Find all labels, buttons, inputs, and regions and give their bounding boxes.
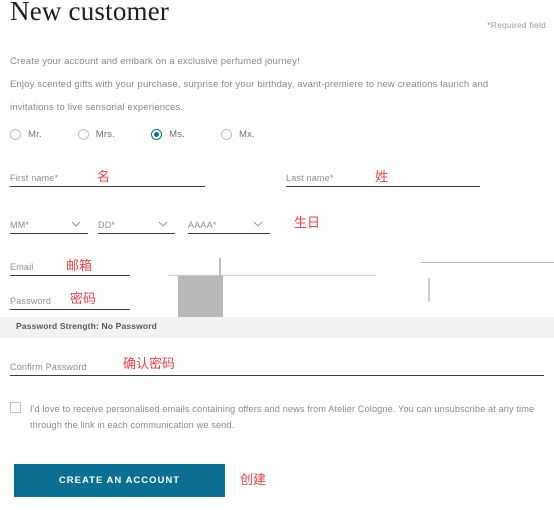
email-underline — [10, 275, 130, 276]
last-name-underline — [286, 186, 480, 187]
last-name-label: Last name* — [286, 173, 334, 183]
required-field-note: *Required field — [487, 20, 546, 30]
chevron-down-icon[interactable] — [158, 219, 168, 228]
salutation-radio-group: Mr. Mrs. Ms. Mx. — [10, 129, 291, 140]
intro-line-3: invitations to live sensorial experience… — [10, 102, 184, 113]
radio-option-mx[interactable]: Mx. — [220, 129, 255, 140]
text-caret-secondary — [428, 278, 430, 302]
page-title: New customer — [10, 0, 170, 26]
password-underline — [10, 309, 130, 310]
email-label: Email — [10, 262, 34, 272]
birth-date-annotation: 生日 — [294, 216, 321, 231]
radio-option-ms[interactable]: Ms. — [151, 129, 185, 140]
birth-year-value: AAAA* — [188, 220, 217, 230]
overlay-panel-left — [224, 276, 420, 317]
chevron-down-icon[interactable] — [253, 219, 263, 228]
birth-year-select[interactable]: AAAA* — [188, 214, 270, 234]
birth-month-select[interactable]: MM* — [10, 214, 88, 234]
confirm-password-label: Confirm Password — [10, 362, 87, 372]
email-annotation: 邮箱 — [66, 259, 93, 274]
password-label: Password — [10, 296, 52, 306]
marketing-consent-text: I'd love to receive personalised emails … — [30, 404, 535, 430]
first-name-annotation: 名 — [97, 170, 111, 185]
radio-option-mr[interactable]: Mr. — [10, 129, 42, 140]
radio-selected-icon[interactable] — [151, 129, 163, 140]
radio-option-mrs[interactable]: Mrs. — [77, 129, 116, 140]
create-account-annotation: 创建 — [240, 473, 267, 488]
birth-day-select[interactable]: DD* — [98, 214, 175, 234]
birth-day-underline — [98, 233, 175, 234]
birth-month-underline — [10, 233, 88, 234]
intro-line-2: Enjoy scented gifts with your purchase, … — [10, 79, 489, 90]
first-name-label: First name* — [10, 173, 59, 183]
create-account-button[interactable]: CREATE AN ACCOUNT — [14, 464, 225, 497]
radio-icon[interactable] — [10, 129, 21, 140]
radio-label: Mx. — [238, 129, 255, 140]
checkbox-icon[interactable] — [10, 402, 21, 413]
new-customer-form-page: New customer *Required field Create your… — [0, 0, 554, 510]
radio-label: Mrs. — [95, 129, 116, 140]
intro-text: Create your account and embark on a excl… — [10, 55, 540, 124]
radio-icon[interactable] — [220, 129, 232, 140]
birth-day-value: DD* — [98, 220, 116, 230]
birth-year-underline — [188, 233, 270, 234]
first-name-underline — [10, 186, 205, 187]
radio-label: Ms. — [169, 129, 185, 140]
overlay-panel-right — [421, 262, 554, 319]
birth-month-value: MM* — [10, 220, 30, 230]
intro-line-1: Create your account and embark on a excl… — [10, 56, 300, 67]
password-annotation: 密码 — [70, 292, 97, 307]
confirm-password-annotation: 确认密码 — [123, 357, 176, 372]
password-strength-text: Password Strength: No Password — [16, 321, 157, 331]
last-name-annotation: 姓 — [375, 170, 389, 185]
confirm-password-underline — [10, 375, 544, 376]
radio-icon[interactable] — [77, 129, 89, 140]
confirm-password-field[interactable]: Confirm Password — [10, 358, 544, 376]
radio-label: Mr. — [28, 129, 42, 140]
overlay-gray-block — [178, 276, 223, 322]
text-caret — [219, 258, 221, 277]
chevron-down-icon[interactable] — [71, 219, 81, 228]
marketing-consent-row[interactable]: I'd love to receive personalised emails … — [10, 401, 544, 433]
